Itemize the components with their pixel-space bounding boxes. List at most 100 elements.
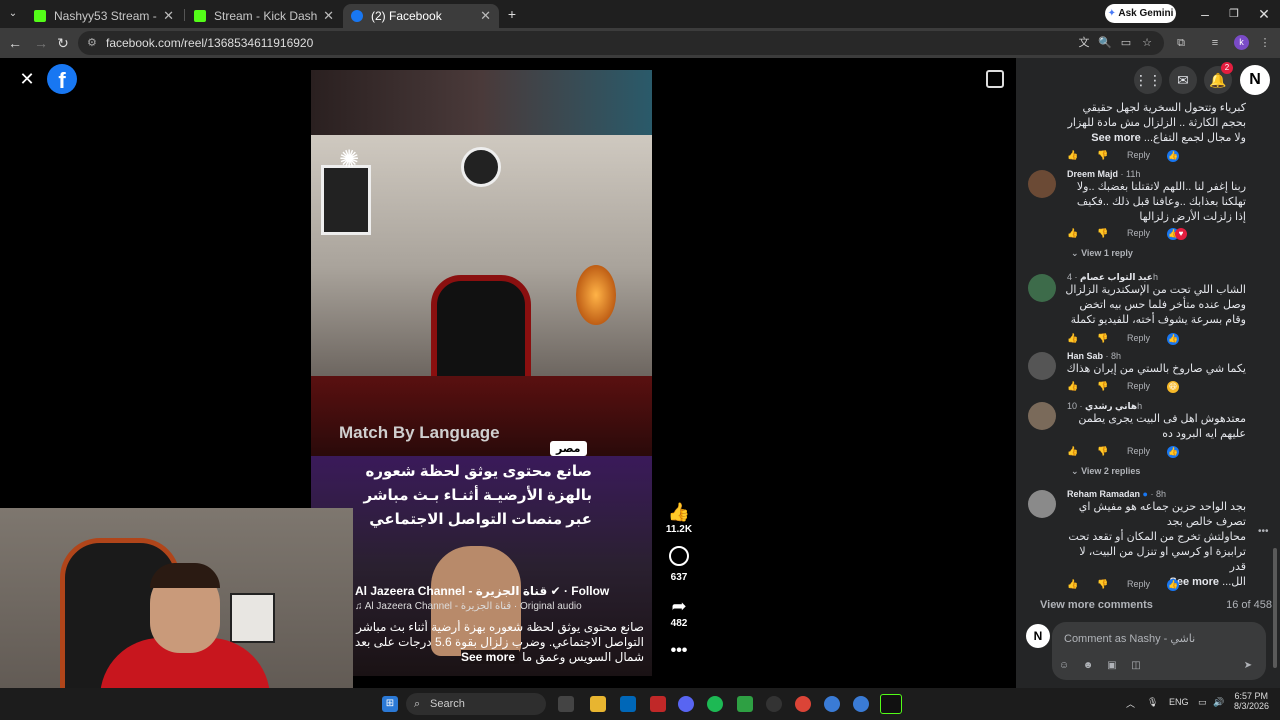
language-indicator[interactable]: ENG	[1169, 697, 1189, 707]
new-tab-button[interactable]: +	[503, 5, 521, 23]
close-tab-icon[interactable]: ✕	[323, 8, 334, 24]
reply-button[interactable]: Reply	[1127, 228, 1150, 238]
view-more-comments-link[interactable]: View more comments	[1040, 599, 1153, 611]
restore-icon[interactable]: ❐	[1225, 5, 1243, 23]
dislike-comment-icon[interactable]: 👎	[1097, 579, 1108, 590]
store-icon[interactable]	[620, 696, 636, 712]
cast-icon[interactable]: ▭	[1119, 36, 1133, 50]
comment-author[interactable]: Reham Ramadan ● · 8h	[1067, 489, 1166, 499]
app-icon[interactable]	[880, 694, 902, 714]
like-comment-icon[interactable]: 👍	[1067, 446, 1078, 457]
avatar[interactable]	[1028, 170, 1056, 198]
gif-icon[interactable]: ▣	[1106, 660, 1118, 672]
avatar[interactable]	[1028, 352, 1056, 380]
tab-kick-dashboard[interactable]: Stream - Kick Dashboard ✕	[186, 4, 342, 28]
window-close-icon[interactable]: ✕	[1255, 5, 1273, 23]
task-view-icon[interactable]	[558, 696, 574, 712]
volume-icon[interactable]: 🔊	[1213, 697, 1224, 708]
dislike-comment-icon[interactable]: 👎	[1097, 381, 1108, 392]
close-tab-icon[interactable]: ✕	[163, 8, 174, 24]
reply-button[interactable]: Reply	[1127, 150, 1150, 160]
clock[interactable]: 6:57 PM 8/3/2026	[1234, 691, 1269, 711]
app-icon[interactable]	[737, 696, 753, 712]
view-replies-link[interactable]: ⌄ View 2 replies	[1071, 466, 1140, 477]
like-comment-icon[interactable]: 👍	[1067, 381, 1078, 392]
facebook-logo[interactable]: f	[47, 64, 77, 94]
like-comment-icon[interactable]: 👍	[1067, 333, 1078, 344]
tab-facebook[interactable]: (2) Facebook ✕	[343, 4, 499, 28]
channel-name[interactable]: Al Jazeera Channel - قناة الجزيرة	[355, 584, 547, 598]
menu-kebab-icon[interactable]: ⋮	[1258, 36, 1272, 50]
avatar[interactable]	[1028, 274, 1056, 302]
more-options-icon[interactable]: •••	[664, 642, 694, 660]
reply-button[interactable]: Reply	[1127, 579, 1150, 589]
view-replies-link[interactable]: ⌄ View 1 reply	[1071, 248, 1133, 259]
comments-scrollbar[interactable]	[1273, 548, 1277, 668]
discord-icon[interactable]	[678, 696, 694, 712]
comment-composer[interactable]: Comment as Nashy - ناشي ☺ ☻ ▣ ◫ ➤	[1052, 622, 1266, 680]
menu-grid-icon[interactable]: ⋮⋮	[1134, 66, 1162, 94]
reply-button[interactable]: Reply	[1127, 446, 1150, 456]
avatar[interactable]	[1028, 402, 1056, 430]
close-tab-icon[interactable]: ✕	[480, 8, 491, 24]
back-icon[interactable]: ←	[6, 34, 24, 52]
reply-button[interactable]: Reply	[1127, 381, 1150, 391]
minimize-icon[interactable]: –	[1196, 5, 1214, 23]
comment-author[interactable]: عبد التواب عصام · 4h	[1067, 272, 1158, 283]
dislike-comment-icon[interactable]: 👎	[1097, 333, 1108, 344]
reply-button[interactable]: Reply	[1127, 333, 1150, 343]
account-avatar[interactable]: N	[1240, 65, 1270, 95]
tab-search-icon[interactable]: ⌄	[4, 5, 22, 23]
comment-button[interactable]: 637	[664, 546, 694, 583]
site-info-icon[interactable]: ⚙	[87, 31, 97, 55]
follow-button[interactable]: · Follow	[564, 584, 609, 598]
emoji-icon[interactable]: ☻	[1082, 660, 1094, 672]
avatar-sticker-icon[interactable]: ☺	[1058, 660, 1070, 672]
dislike-comment-icon[interactable]: 👎	[1097, 150, 1108, 161]
like-comment-icon[interactable]: 👍	[1067, 579, 1078, 590]
url-field[interactable]: ⚙ facebook.com/reel/1368534611916920	[78, 31, 1164, 55]
tray-chevron-icon[interactable]: ︿	[1126, 697, 1135, 710]
chrome-icon[interactable]	[795, 696, 811, 712]
reload-icon[interactable]: ↻	[54, 34, 72, 52]
spotify-icon[interactable]	[707, 696, 723, 712]
network-icon[interactable]: ▭	[1198, 697, 1207, 708]
send-icon[interactable]: ➤	[1242, 660, 1254, 672]
toggle-panel-icon[interactable]	[986, 70, 1004, 88]
extensions-icon[interactable]: ⧉	[1174, 36, 1188, 50]
messenger-icon[interactable]: ✉	[1169, 66, 1197, 94]
ask-gemini-button[interactable]: ✦ Ask Gemini	[1105, 4, 1176, 23]
taskbar-search[interactable]: ⌕ Search	[406, 693, 546, 715]
comment-author[interactable]: Dreem Majd · 11h	[1067, 169, 1140, 179]
comment-input[interactable]: Comment as Nashy - ناشي	[1064, 632, 1195, 645]
start-menu-icon[interactable]: ⊞	[382, 696, 398, 712]
browser-icon[interactable]	[853, 696, 869, 712]
comment-author[interactable]: هاني رشدي · 10h	[1067, 401, 1142, 412]
dislike-comment-icon[interactable]: 👎	[1097, 228, 1108, 239]
audio-row[interactable]: ♫ Al Jazeera Channel - قناة الجزيرة · Or…	[355, 601, 582, 612]
media-icon[interactable]: ≡	[1208, 36, 1222, 50]
tab-nashyy-stream[interactable]: Nashyy53 Stream - Watch Live o ✕	[26, 4, 182, 28]
file-explorer-icon[interactable]	[590, 696, 606, 712]
avatar[interactable]	[1028, 490, 1056, 518]
bookmark-star-icon[interactable]: ☆	[1140, 36, 1154, 50]
browser-icon[interactable]	[824, 696, 840, 712]
profile-avatar[interactable]: k	[1234, 35, 1249, 50]
like-comment-icon[interactable]: 👍	[1067, 150, 1078, 161]
translate-icon[interactable]: 文	[1077, 36, 1091, 50]
like-button[interactable]: 👍 11.2K	[664, 500, 694, 535]
dislike-comment-icon[interactable]: 👎	[1097, 446, 1108, 457]
forward-icon[interactable]: →	[32, 34, 50, 52]
see-more-link[interactable]: See more	[1091, 132, 1141, 144]
comment-author[interactable]: Han Sab · 8h	[1067, 351, 1121, 361]
close-reel-icon[interactable]: ✕	[15, 67, 39, 91]
caption-see-more[interactable]: See more	[461, 650, 520, 664]
like-comment-icon[interactable]: 👍	[1067, 228, 1078, 239]
microphone-icon[interactable]: 🎙	[1147, 697, 1158, 708]
sticker-icon[interactable]: ◫	[1130, 660, 1142, 672]
obs-icon[interactable]	[766, 696, 782, 712]
zoom-icon[interactable]: 🔍	[1098, 36, 1112, 50]
app-icon[interactable]	[650, 696, 666, 712]
comment-options-icon[interactable]: •••	[1258, 526, 1269, 537]
share-button[interactable]: ➦ 482	[664, 594, 694, 629]
